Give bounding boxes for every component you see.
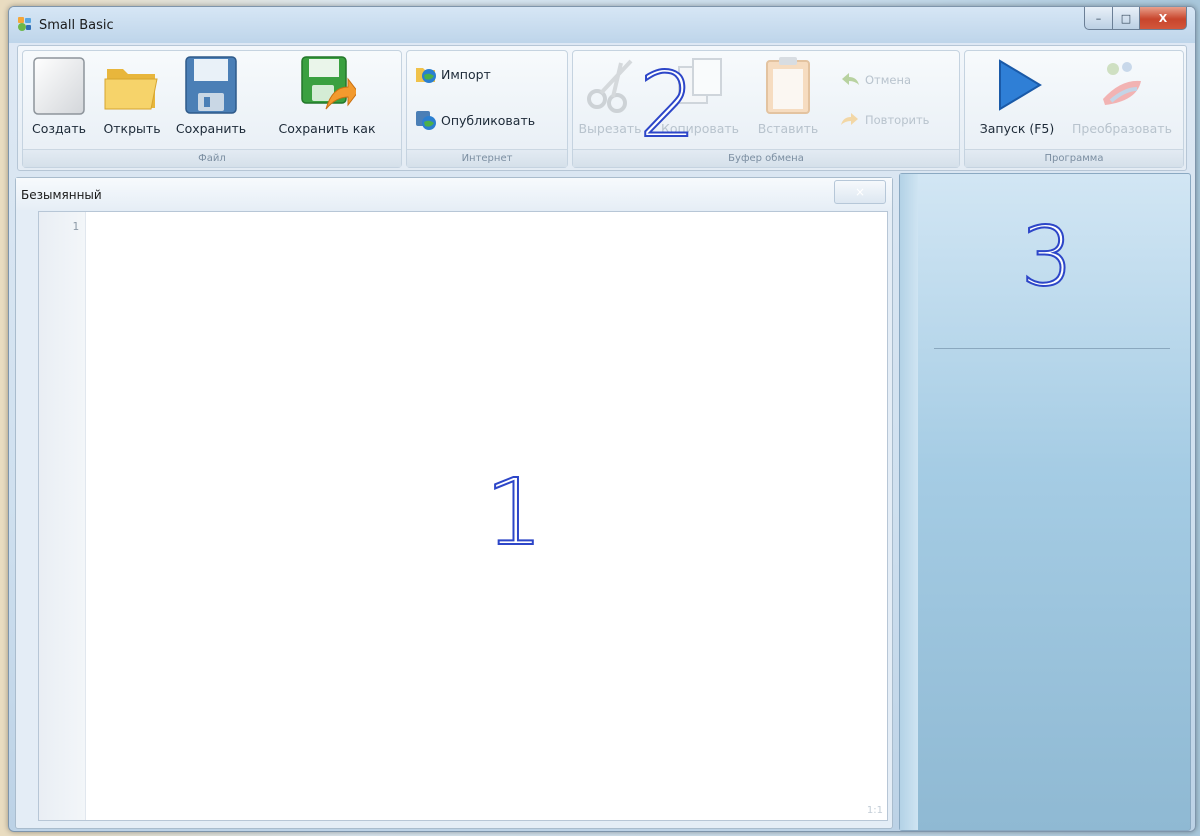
marker-help-panel: 3 [1020,210,1074,305]
program-group-caption: Программа [965,149,1183,167]
document-close-button[interactable]: × [834,180,886,204]
help-panel-strip [900,174,918,830]
new-button-label: Создать [32,121,86,136]
undo-button[interactable]: Отмена [839,69,911,91]
internet-group-caption: Интернет [407,149,567,167]
code-editor[interactable]: 1 1:1 [38,211,888,821]
paste-button[interactable]: Вставить [749,55,827,147]
save-as-icon [301,56,356,110]
floppy-disk-icon [185,56,237,114]
publish-globe-icon [416,111,436,130]
play-icon [999,59,1042,111]
import-button[interactable]: Импорт [415,63,491,85]
main-window: Small Basic – □ X Создать Открыть Сохран… [8,6,1196,832]
cursor-position-indicator: 1:1 [866,805,883,816]
save-button[interactable]: Сохранить [171,55,251,147]
document-header: Безымянный × [16,178,892,210]
program-group: Запуск (F5) Преобразовать Программа [964,50,1184,168]
file-group-caption: Файл [23,149,401,167]
window-title: Small Basic [39,18,114,33]
marker-editor-area: 1 [484,459,545,566]
scissors-icon [587,59,633,113]
ribbon-toolbar: Создать Открыть Сохранить Сохранить как … [17,45,1187,171]
internet-group: Импорт Опубликовать Интернет [406,50,568,168]
title-bar[interactable]: Small Basic – □ X [9,7,1195,43]
help-panel-divider [934,348,1170,349]
graduate-button[interactable]: Преобразовать [1065,55,1179,147]
save-as-button[interactable]: Сохранить как [259,55,395,147]
undo-button-label: Отмена [865,73,912,87]
cut-button-label: Вырезать [578,121,642,136]
editor-window: Безымянный × 1 1:1 [15,177,893,829]
run-button-label: Запуск (F5) [979,121,1055,136]
redo-button-label: Повторить [865,113,930,127]
redo-button[interactable]: Повторить [839,109,929,131]
publish-button[interactable]: Опубликовать [415,109,535,131]
cut-button[interactable]: Вырезать [577,55,643,147]
clipboard-group-caption: Буфер обмена [573,149,959,167]
line-number: 1 [72,220,79,233]
open-button-label: Открыть [103,121,161,136]
clipboard-group: Вырезать Копировать Вставить Отмена Повт… [572,50,960,168]
document-tab-title[interactable]: Безымянный [21,188,102,202]
close-button[interactable]: X [1140,7,1187,30]
save-as-button-label: Сохранить как [278,121,376,136]
publish-button-label: Опубликовать [441,112,536,128]
minimize-button[interactable]: – [1084,7,1113,30]
small-basic-app-icon [18,17,31,31]
maximize-button[interactable]: □ [1113,7,1140,30]
file-group: Создать Открыть Сохранить Сохранить как … [22,50,402,168]
undo-arrow-icon [842,73,859,85]
import-button-label: Импорт [441,66,491,82]
graduate-button-label: Преобразовать [1072,121,1172,136]
marker-toolbar: 2 [638,53,697,158]
open-button[interactable]: Открыть [99,55,165,147]
line-number-gutter: 1 [39,212,86,820]
new-button[interactable]: Создать [29,55,89,147]
redo-arrow-icon [841,113,858,125]
run-button[interactable]: Запуск (F5) [971,55,1063,147]
import-globe-icon [416,68,436,83]
folder-icon [104,69,158,110]
save-button-label: Сохранить [175,121,247,136]
paste-button-label: Вставить [757,121,819,136]
clipboard-paste-icon [766,57,810,114]
graduate-icon [1103,62,1141,105]
new-document-icon [33,57,85,115]
